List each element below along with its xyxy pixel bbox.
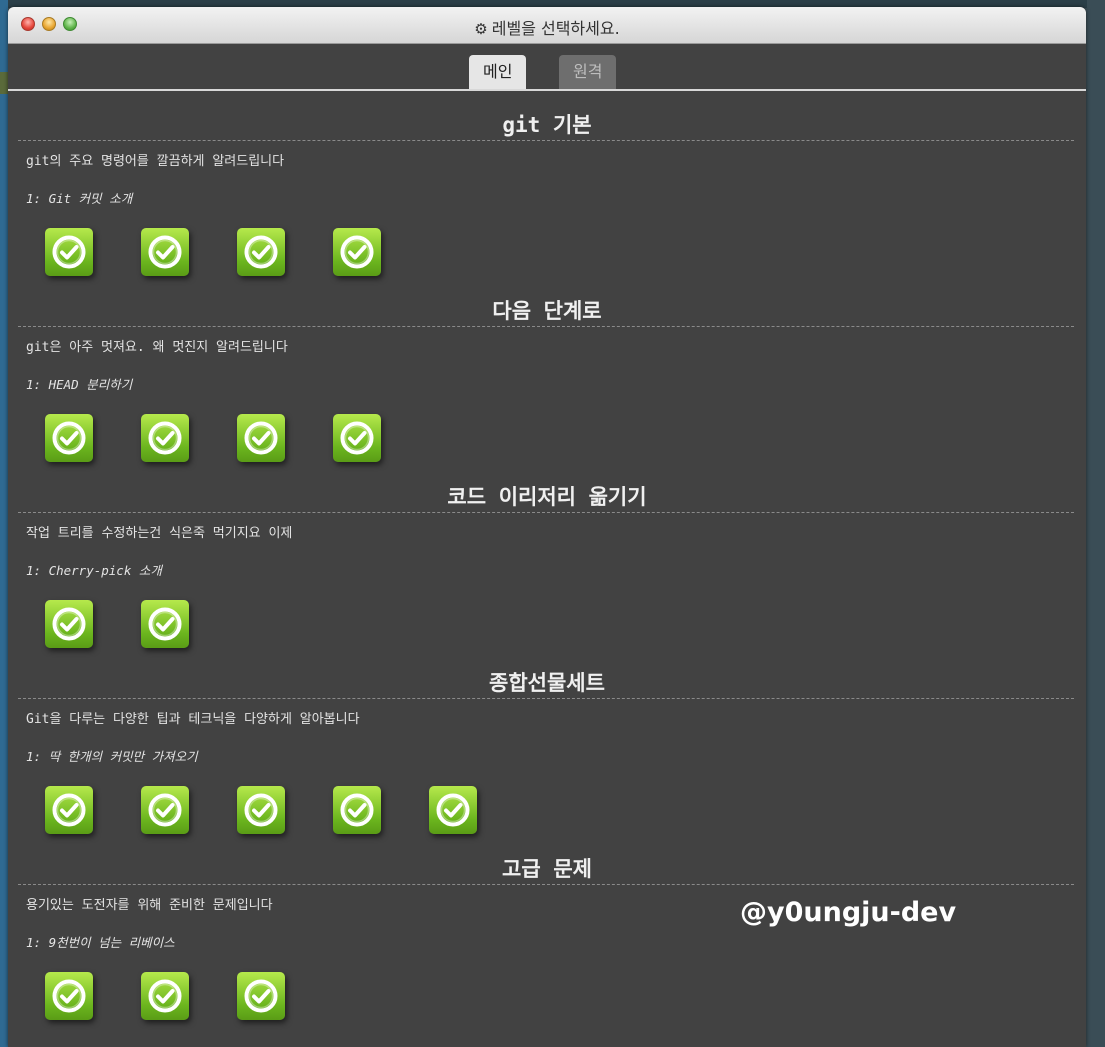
level-select-window: ⚙ 레벨을 선택하세요. 메인 원격 git 기본 git의 주요 명령어를 깔끔하…	[8, 7, 1086, 1047]
section-title: 다음 단계로	[492, 299, 602, 323]
section-description: 용기있는 도전자를 위해 준비한 문제입니다	[26, 898, 273, 913]
section-subtitle: 1: 9천번이 넘는 리베이스	[26, 935, 175, 950]
level-button[interactable]	[45, 786, 93, 834]
level-section: 종합선물세트 Git을 다루는 다양한 팁과 테크닉을 다양하게 알아봅니다 1: …	[8, 649, 1086, 835]
section-subtitle: 1: Git 커밋 소개	[26, 191, 133, 206]
tab-bar: 메인 원격	[8, 55, 1086, 91]
check-circle-icon	[148, 607, 182, 641]
window-title: ⚙ 레벨을 선택하세요.	[8, 15, 1086, 39]
level-section: 코드 이리저리 옮기기작업 트리를 수정하는건 식은죽 먹기지요 이제 1: Ch…	[8, 463, 1086, 649]
check-circle-icon	[148, 235, 182, 269]
window-titlebar[interactable]: ⚙ 레벨을 선택하세요.	[8, 7, 1086, 44]
section-divider	[18, 512, 1074, 513]
author-watermark: @y0ungju-dev	[740, 897, 957, 928]
section-description: git은 아주 멋져요. 왜 멋진지 알려드립니다	[26, 340, 288, 355]
gear-icon: ⚙	[474, 20, 488, 38]
level-button[interactable]	[237, 786, 285, 834]
level-button[interactable]	[141, 786, 189, 834]
level-button[interactable]	[45, 600, 93, 648]
check-circle-icon	[148, 793, 182, 827]
level-button[interactable]	[237, 414, 285, 462]
section-title: 코드 이리저리 옮기기	[447, 485, 647, 509]
section-divider	[18, 326, 1074, 327]
check-circle-icon	[52, 421, 86, 455]
level-button[interactable]	[141, 972, 189, 1020]
check-circle-icon	[244, 421, 278, 455]
level-section: 다음 단계로 git은 아주 멋져요. 왜 멋진지 알려드립니다 1: HEAD 분…	[8, 277, 1086, 463]
check-circle-icon	[244, 235, 278, 269]
check-circle-icon	[52, 979, 86, 1013]
level-button[interactable]	[45, 972, 93, 1020]
check-circle-icon	[436, 793, 470, 827]
background-window-edge	[0, 72, 8, 94]
level-button[interactable]	[45, 414, 93, 462]
check-circle-icon	[340, 421, 374, 455]
check-circle-icon	[52, 793, 86, 827]
section-divider	[18, 698, 1074, 699]
section-title: git 기본	[502, 113, 592, 137]
check-circle-icon	[340, 793, 374, 827]
section-divider	[18, 884, 1074, 885]
section-description: 작업 트리를 수정하는건 식은죽 먹기지요 이제	[26, 526, 293, 541]
check-circle-icon	[148, 421, 182, 455]
check-circle-icon	[148, 979, 182, 1013]
level-button[interactable]	[333, 414, 381, 462]
section-description: Git을 다루는 다양한 팁과 테크닉을 다양하게 알아봅니다	[26, 712, 360, 727]
level-button[interactable]	[429, 786, 477, 834]
tab-main[interactable]: 메인	[469, 55, 527, 89]
level-button[interactable]	[141, 228, 189, 276]
check-circle-icon	[52, 607, 86, 641]
check-circle-icon	[52, 235, 86, 269]
level-section: git 기본 git의 주요 명령어를 깔끔하게 알려드립니다 1: Git 커밋 …	[8, 91, 1086, 277]
desktop-background-right	[1087, 0, 1105, 1047]
section-title: 고급 문제	[502, 857, 592, 881]
section-subtitle: 1: Cherry-pick 소개	[26, 563, 162, 578]
section-title: 종합선물세트	[489, 671, 605, 695]
tab-remote[interactable]: 원격	[559, 55, 617, 89]
section-subtitle: 1: 딱 한개의 커밋만 가져오기	[26, 749, 198, 764]
level-button[interactable]	[141, 600, 189, 648]
check-circle-icon	[244, 793, 278, 827]
check-circle-icon	[340, 235, 374, 269]
section-divider	[18, 140, 1074, 141]
level-section: 고급 문제용기있는 도전자를 위해 준비한 문제입니다 1: 9천번이 넘는 리베…	[8, 835, 1086, 1021]
level-button[interactable]	[141, 414, 189, 462]
section-subtitle: 1: HEAD 분리하기	[26, 377, 133, 392]
level-button[interactable]	[237, 972, 285, 1020]
level-button[interactable]	[237, 228, 285, 276]
level-button[interactable]	[333, 228, 381, 276]
level-button[interactable]	[333, 786, 381, 834]
section-description: git의 주요 명령어를 깔끔하게 알려드립니다	[26, 154, 285, 169]
desktop-background-left	[0, 0, 8, 1047]
window-title-text: 레벨을 선택하세요.	[491, 19, 620, 38]
check-circle-icon	[244, 979, 278, 1013]
level-button[interactable]	[45, 228, 93, 276]
